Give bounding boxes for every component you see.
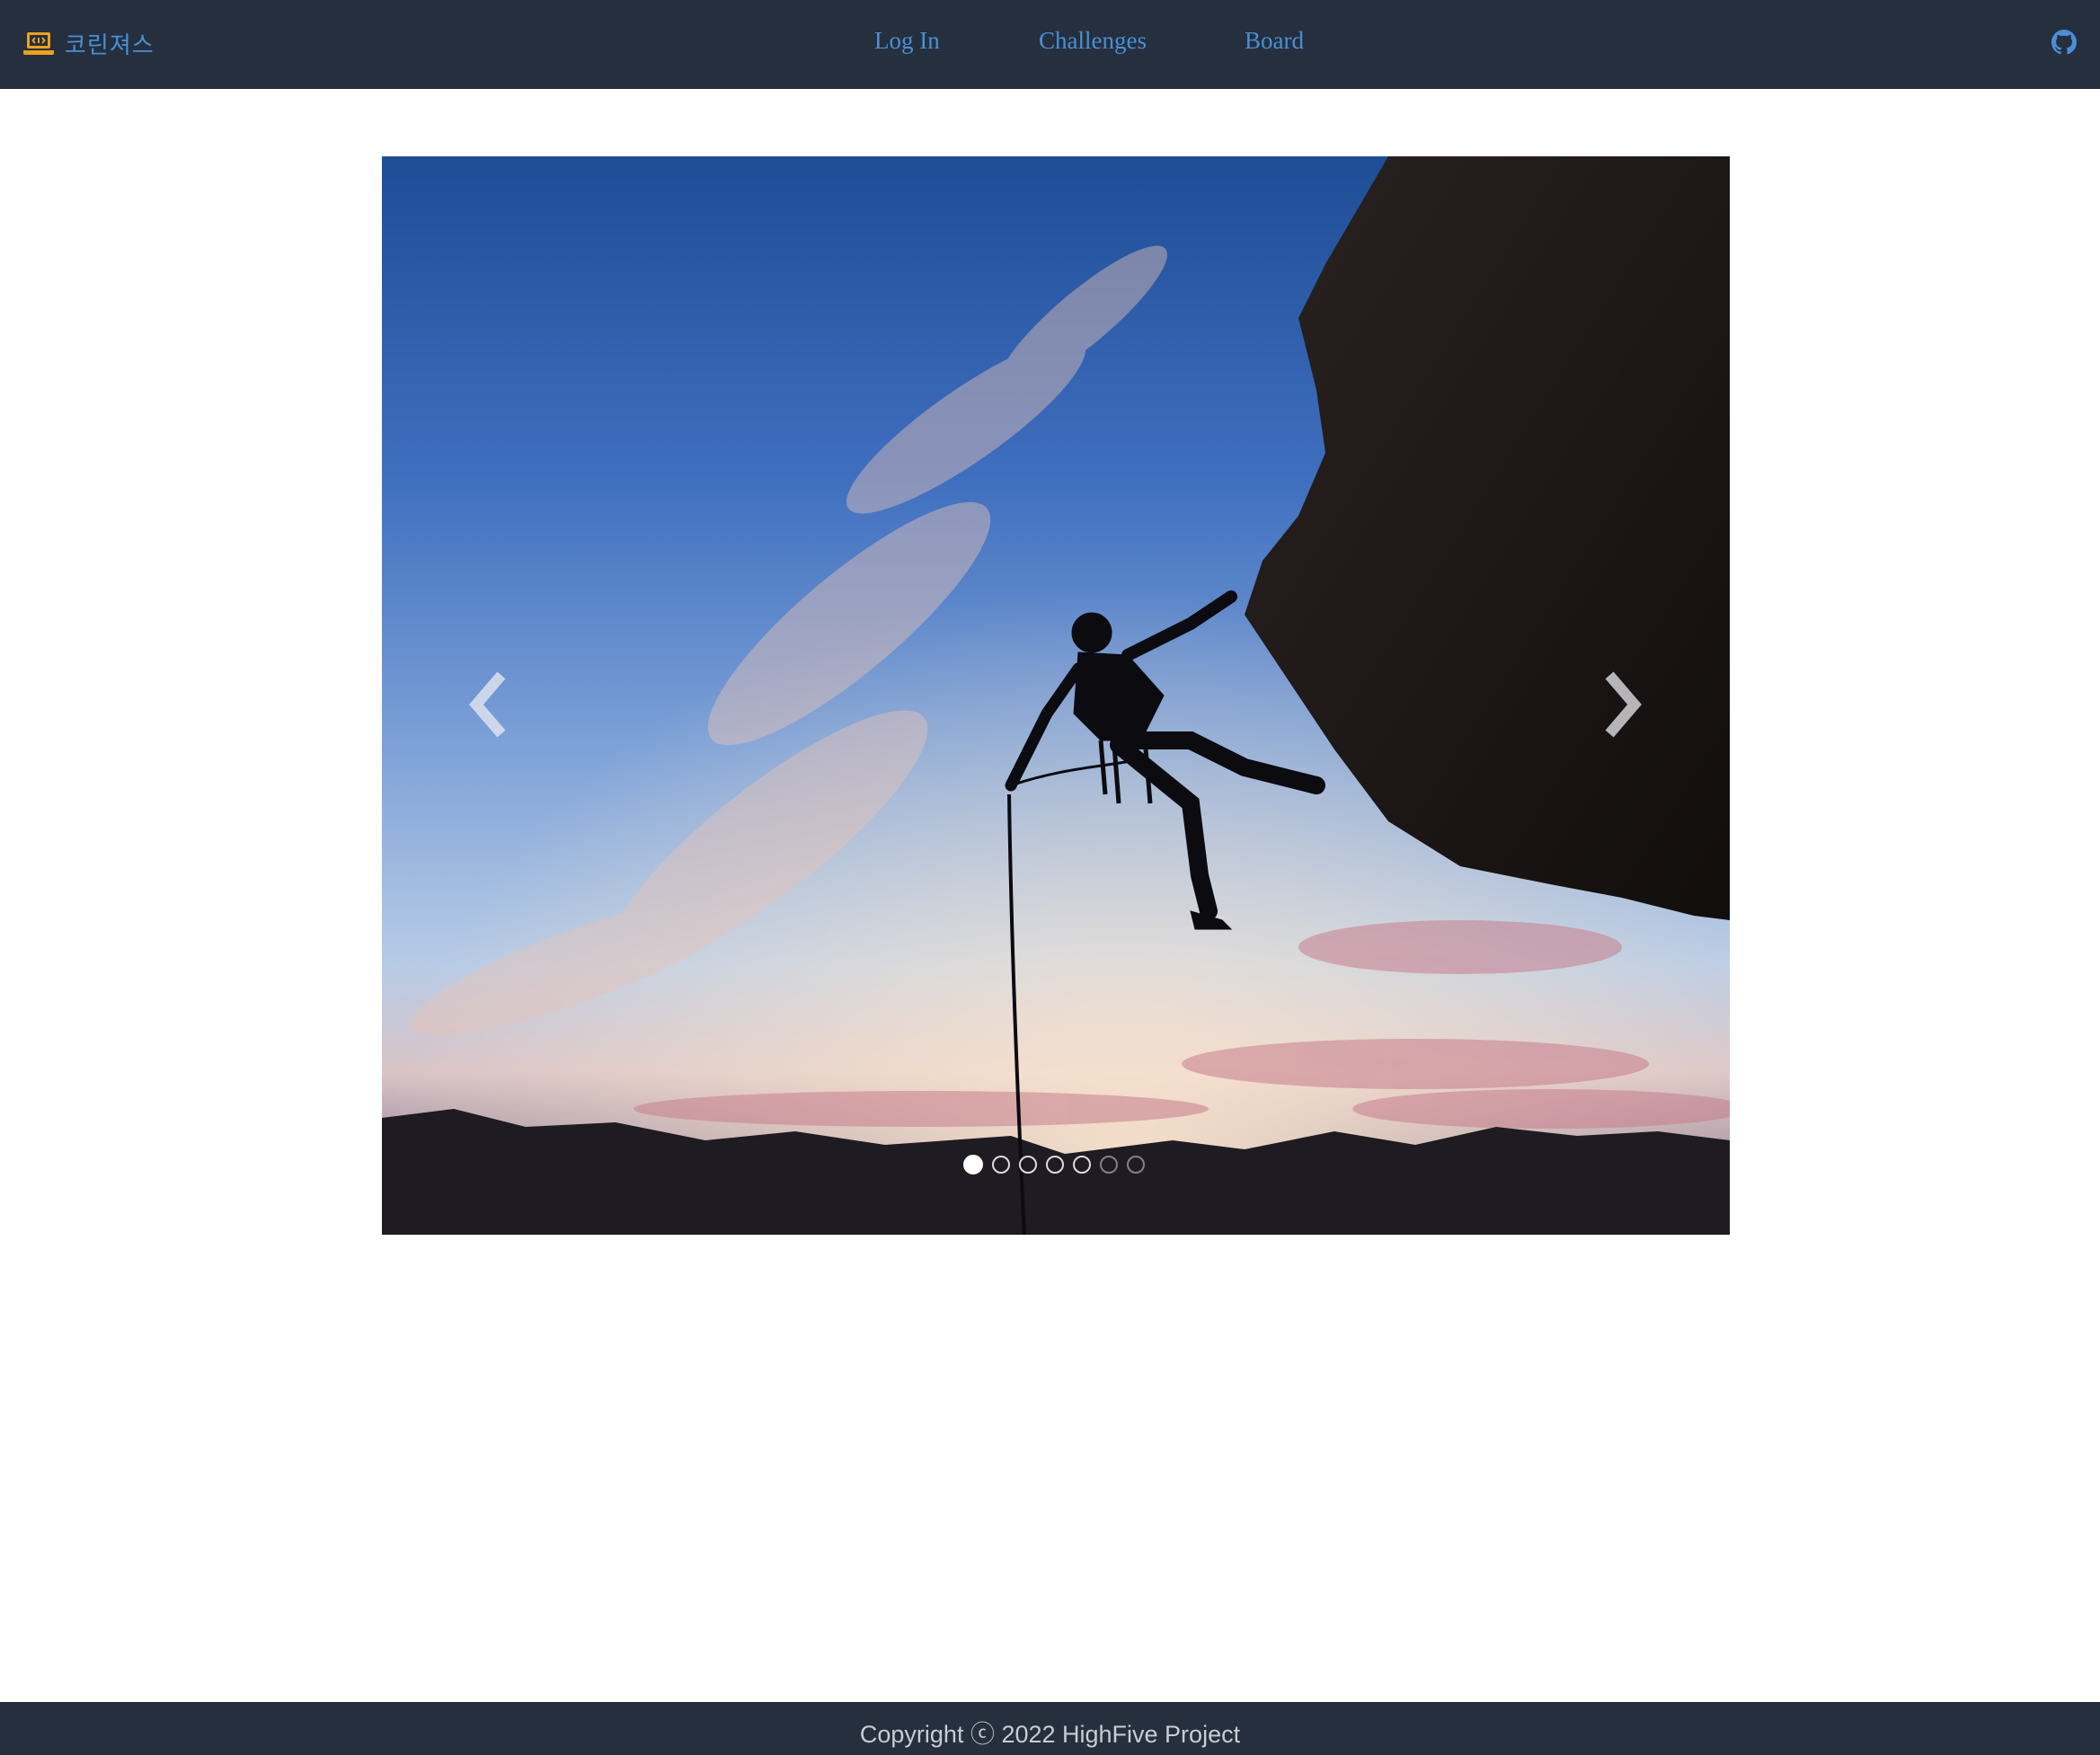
laptop-code-icon [23, 32, 54, 55]
nav-login-link[interactable]: Log In [874, 27, 940, 55]
carousel-dot[interactable] [1073, 1156, 1091, 1174]
carousel-dot[interactable] [1127, 1156, 1145, 1174]
carousel-indicators [963, 1154, 1154, 1175]
carousel-dot[interactable] [1100, 1156, 1118, 1174]
image-carousel [382, 156, 1730, 1235]
github-icon[interactable] [2051, 30, 2077, 55]
carousel-dot[interactable] [1019, 1156, 1037, 1174]
chevron-right-icon[interactable] [1597, 669, 1651, 740]
carousel-dot[interactable] [992, 1156, 1010, 1174]
copyright-text: Copyright ⓒ 2022 HighFive Project [859, 1721, 1241, 1748]
top-navbar: 코린져스 Log In Challenges Board [0, 0, 2100, 89]
rock-climber-silhouette-photo [382, 156, 1730, 1235]
footer: Copyright ⓒ 2022 HighFive Project [0, 1702, 2100, 1755]
brand-name: 코린져스 [65, 31, 155, 59]
chevron-left-icon[interactable] [460, 669, 514, 740]
carousel-dot[interactable] [963, 1155, 983, 1174]
carousel-dot[interactable] [1046, 1156, 1064, 1174]
nav-challenges-link[interactable]: Challenges [1039, 27, 1147, 55]
nav-board-link[interactable]: Board [1245, 27, 1304, 55]
main-nav: Log In Challenges Board [0, 0, 2100, 89]
brand-link[interactable]: 코린져스 [23, 23, 155, 63]
